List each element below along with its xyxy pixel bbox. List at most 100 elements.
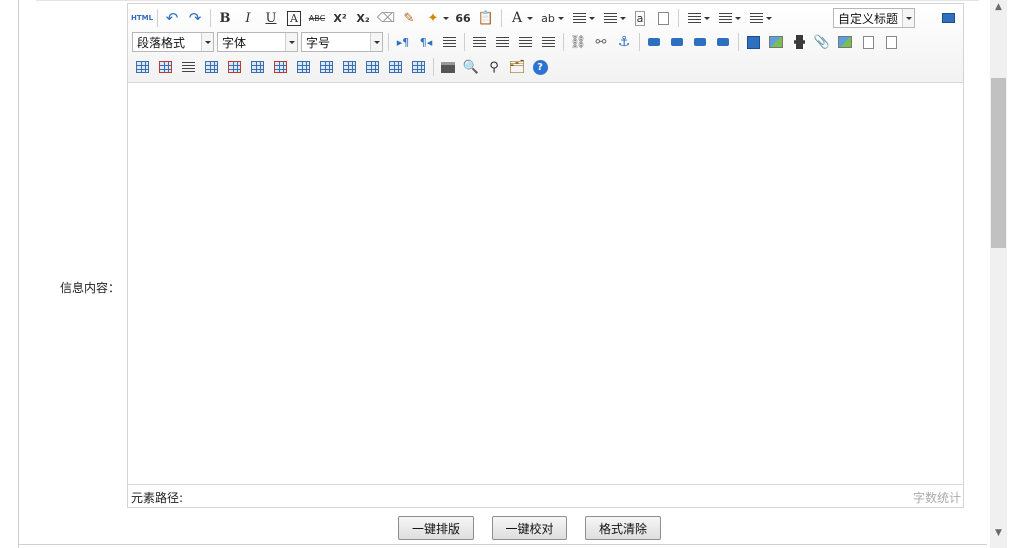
font-family-select[interactable]: 字体: [217, 32, 298, 52]
chevron-down-icon: [902, 9, 914, 27]
align-center-icon: [495, 36, 509, 48]
paste-plain-button[interactable]: 📋: [476, 8, 496, 28]
binoculars-icon: ⚲: [489, 59, 499, 75]
delete-table-button[interactable]: [155, 57, 175, 77]
delete-row-button[interactable]: [224, 57, 244, 77]
drafts-button[interactable]: 🗂: [507, 57, 527, 77]
merge-right-button[interactable]: [316, 57, 336, 77]
image-right-button[interactable]: [690, 32, 710, 52]
redo-button[interactable]: ↷: [185, 8, 205, 28]
strikethrough-button[interactable]: ABC: [307, 8, 327, 28]
align-right-button[interactable]: [515, 32, 535, 52]
chevron-down-icon: [285, 33, 297, 51]
eraser-button[interactable]: ⌫: [376, 8, 396, 28]
image-center-button[interactable]: [713, 32, 733, 52]
insert-row-button[interactable]: [201, 57, 221, 77]
image-none-button[interactable]: [644, 32, 664, 52]
preview-button[interactable]: 🔍: [461, 57, 481, 77]
chevron-down-icon: [370, 33, 382, 51]
align-left-button[interactable]: [469, 32, 489, 52]
align-justify-button[interactable]: [538, 32, 558, 52]
unlink-button[interactable]: ⚯: [591, 32, 611, 52]
one-click-proofread-button[interactable]: 一键校对: [492, 516, 567, 540]
merge-cells-button[interactable]: [293, 57, 313, 77]
one-click-typeset-button[interactable]: 一键排版: [398, 516, 474, 540]
background-color-button[interactable]: ab: [537, 8, 565, 28]
toolbar-separator: [501, 9, 502, 27]
delete-col-icon: [273, 61, 287, 73]
clear-doc-button[interactable]: [653, 8, 673, 28]
insert-table-button[interactable]: [132, 57, 152, 77]
split-rows-button[interactable]: [385, 57, 405, 77]
insert-paragraph-before-table-button[interactable]: [178, 57, 198, 77]
word-image-button[interactable]: [743, 32, 763, 52]
toolbar-separator: [738, 33, 739, 51]
underline-button[interactable]: U: [261, 8, 281, 28]
fullscreen-button[interactable]: [938, 8, 958, 28]
search-replace-button[interactable]: ⚲: [484, 57, 504, 77]
magnifier-icon: 🔍: [462, 59, 480, 75]
toolbar-separator: [157, 9, 158, 27]
help-button[interactable]: ?: [530, 57, 550, 77]
line-height-button[interactable]: [745, 8, 773, 28]
insert-col-button[interactable]: [247, 57, 267, 77]
merge-down-button[interactable]: [339, 57, 359, 77]
unordered-list-button[interactable]: [599, 8, 627, 28]
auto-format-button[interactable]: ✦: [422, 8, 450, 28]
link-button[interactable]: ⛓: [568, 32, 588, 52]
split-cells-icon: [365, 61, 379, 73]
scroll-down-icon[interactable]: ▼: [990, 526, 1007, 540]
attachment-button[interactable]: 📎: [812, 32, 832, 52]
select-all-button[interactable]: a: [630, 8, 650, 28]
insert-frame-button[interactable]: [858, 32, 878, 52]
insert-image-button[interactable]: [766, 32, 786, 52]
subscript-button[interactable]: X₂: [353, 8, 373, 28]
toolbar-separator: [678, 9, 679, 27]
format-painter-button[interactable]: ✎: [399, 8, 419, 28]
direction-ltr-button[interactable]: ▸¶: [393, 32, 413, 52]
page-break-button[interactable]: [881, 32, 901, 52]
map-button[interactable]: [835, 32, 855, 52]
align-center-button[interactable]: [492, 32, 512, 52]
split-cells-button[interactable]: [362, 57, 382, 77]
direction-rtl-button[interactable]: ¶◂: [416, 32, 436, 52]
italic-button[interactable]: I: [238, 8, 258, 28]
frame-border-left: [18, 0, 19, 548]
split-cols-icon: [411, 61, 425, 73]
paragraph-format-select[interactable]: 段落格式: [132, 32, 214, 52]
split-cols-button[interactable]: [408, 57, 428, 77]
image-icon: [769, 36, 783, 48]
indent-button[interactable]: [439, 32, 459, 52]
image-right-icon: [694, 38, 706, 46]
font-color-button[interactable]: A: [506, 8, 534, 28]
ltr-icon: ▸¶: [396, 35, 410, 49]
custom-title-select[interactable]: 自定义标题: [833, 8, 915, 28]
source-html-button[interactable]: HTML: [131, 8, 153, 28]
vertical-scrollbar[interactable]: ▲ ▼: [990, 0, 1007, 548]
scroll-up-icon[interactable]: ▲: [990, 0, 1007, 14]
unlink-icon: ⚯: [595, 34, 607, 50]
insert-video-button[interactable]: [789, 32, 809, 52]
image-left-button[interactable]: [667, 32, 687, 52]
merge-down-icon: [342, 61, 356, 73]
print-button[interactable]: [438, 57, 458, 77]
row-spacing-bottom-button[interactable]: [714, 8, 742, 28]
bold-button[interactable]: B: [215, 8, 235, 28]
ordered-list-button[interactable]: [568, 8, 596, 28]
delete-col-button[interactable]: [270, 57, 290, 77]
editor-status-bar: 元素路径: 字数统计: [128, 484, 963, 507]
clear-format-button[interactable]: 格式清除: [585, 516, 661, 540]
align-left-icon: [472, 36, 486, 48]
blockquote-button[interactable]: 66: [453, 8, 473, 28]
row-spacing-top-button[interactable]: [683, 8, 711, 28]
editor-content-area[interactable]: [128, 84, 963, 484]
undo-button[interactable]: ↶: [162, 8, 182, 28]
font-size-select[interactable]: 字号: [301, 32, 383, 52]
anchor-button[interactable]: ⚓: [614, 32, 634, 52]
scrollbar-thumb[interactable]: [991, 78, 1006, 248]
font-border-button[interactable]: A: [284, 8, 304, 28]
superscript-button[interactable]: X²: [330, 8, 350, 28]
image-left-icon: [671, 38, 683, 46]
clipboard-icon: 📋: [477, 10, 495, 26]
font-border-icon: A: [287, 10, 301, 26]
